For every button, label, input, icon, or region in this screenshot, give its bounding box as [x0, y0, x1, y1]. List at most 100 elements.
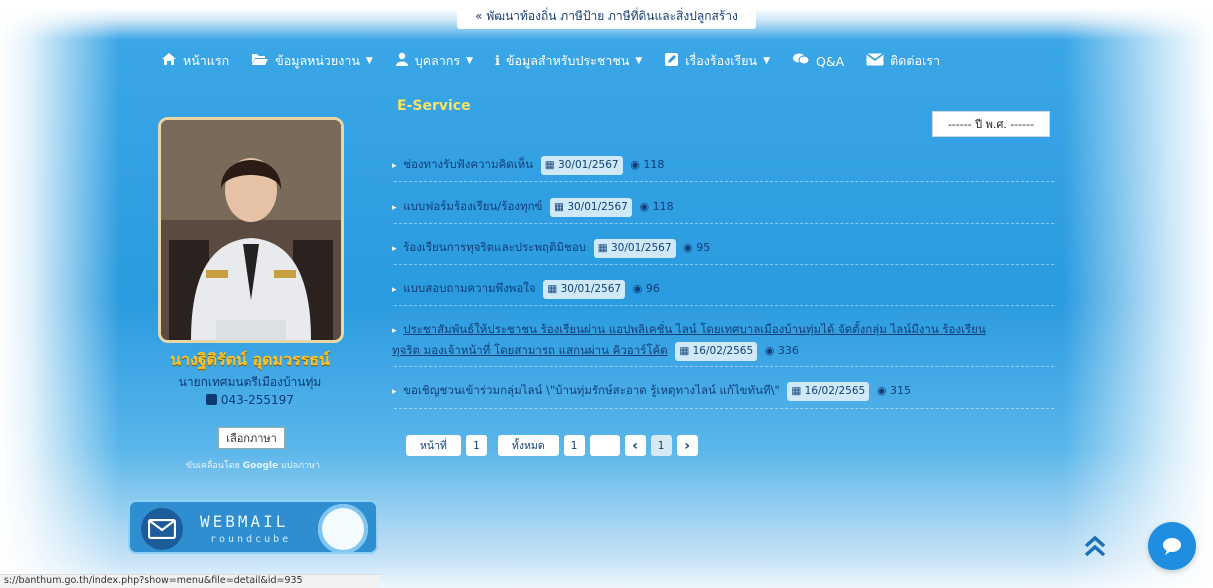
view-count: ◉ 336	[765, 344, 799, 357]
date-badge: ▦ 30/01/2567	[550, 198, 632, 217]
next-page-button[interactable]: ›	[676, 435, 698, 456]
chat-button[interactable]	[1148, 522, 1196, 570]
item-date: 16/02/2565	[804, 385, 866, 397]
roundcube-logo	[318, 504, 368, 552]
powered-by-google[interactable]: ขับเคลื่อนโดย Google แปลภาษา	[153, 458, 353, 472]
comments-icon	[792, 52, 810, 70]
mayor-title: นายกเทศมนตรีเมืองบ้านทุ่ม	[178, 375, 322, 389]
nav-item-home[interactable]: หน้าแรก	[150, 51, 240, 71]
date-badge: ▦ 30/01/2567	[543, 280, 626, 299]
nav-item-qa[interactable]: Q&A	[781, 52, 855, 70]
nav-label-personnel: บุคลากร	[414, 53, 461, 68]
divider	[394, 366, 1054, 367]
mayor-photo	[158, 117, 344, 343]
chevron-down-icon: ▼	[466, 56, 474, 66]
item-views: 118	[643, 158, 665, 171]
main-nav: หน้าแรก ข้อมูลหน่วยงาน ▼ บุคลากร ▼ i ข้อ…	[150, 44, 1050, 78]
divider	[394, 223, 1054, 224]
list-item: ▸ แบบฟอร์มร้องเรียน/ร้องทุกข์ ▦ 30/01/25…	[392, 197, 674, 218]
section-title: E-Service	[397, 98, 471, 114]
calendar-icon: ▦	[679, 345, 693, 357]
divider	[394, 305, 1054, 306]
nav-item-complaints[interactable]: เรื่องร้องเรียน ▼	[653, 51, 781, 71]
item-date: 30/01/2567	[558, 159, 619, 171]
date-badge: ▦ 16/02/2565	[787, 382, 870, 401]
nav-label-qa: Q&A	[815, 53, 845, 69]
marquee-text-box[interactable]: « พัฒนาท้องถิ่น ภาษีป้าย ภาษีที่ดินและสิ…	[457, 3, 756, 29]
item-link[interactable]: ช่องทางรับฟังความคิดเห็น	[403, 157, 533, 171]
eye-icon: ◉	[632, 282, 646, 295]
list-item: ▸ ร้องเรียนการทุจริตและประพฤติมิชอบ ▦ 30…	[392, 238, 710, 259]
envelope-icon	[866, 52, 884, 70]
nav-label-contact: ติดต่อเรา	[890, 53, 940, 68]
item-link[interactable]: แบบฟอร์มร้องเรียน/ร้องทุกข์	[403, 199, 542, 213]
item-date: 30/01/2567	[560, 283, 622, 295]
nav-label-public-info: ข้อมูลสำหรับประชาชน	[505, 53, 630, 68]
eye-icon: ◉	[764, 344, 778, 357]
current-page-button[interactable]: 1	[650, 435, 672, 456]
chevron-left-icon: ‹	[632, 437, 639, 454]
chevron-down-icon: ▼	[763, 56, 770, 66]
edit-icon	[664, 52, 679, 71]
item-link[interactable]: ร้องเรียนการทุจริตและประพฤติมิชอบ	[403, 240, 586, 254]
item-views: 336	[777, 344, 799, 357]
bullet-icon: ▸	[392, 285, 397, 295]
item-link[interactable]: แบบสอบถามความพึงพอใจ	[403, 281, 535, 295]
nav-label-home: หน้าแรก	[183, 53, 230, 68]
prev-page-button[interactable]: ‹	[624, 435, 646, 456]
select-language-button[interactable]: เลือกภาษา	[218, 427, 285, 449]
list-item: ▸ ช่องทางรับฟังความคิดเห็น ▦ 30/01/2567 …	[392, 155, 664, 176]
bullet-icon: ▸	[392, 161, 397, 171]
view-count: ◉ 95	[683, 241, 710, 254]
nav-item-public-info[interactable]: i ข้อมูลสำหรับประชาชน ▼	[484, 51, 653, 71]
nav-item-agency-info[interactable]: ข้อมูลหน่วยงาน ▼	[240, 51, 384, 71]
nav-label-complaints: เรื่องร้องเรียน	[685, 53, 758, 68]
webmail-banner[interactable]: WEBMAIL roundcube	[128, 500, 378, 554]
year-select[interactable]: ------ ปี พ.ศ. ------	[932, 111, 1050, 137]
mayor-phone-number: 043-255197	[220, 393, 294, 407]
item-link-line1[interactable]: ประชาสัมพันธ์ให้ประชาชน ร้องเรียนผ่าน แอ…	[403, 322, 986, 336]
calendar-icon: ▦	[597, 242, 611, 254]
folder-open-icon	[251, 52, 269, 70]
phone-icon	[206, 394, 218, 405]
google-logo: Google	[242, 461, 279, 471]
home-icon	[161, 52, 177, 70]
pagination: หน้าที่ 1 ทั้งหมด 1 ‹ 1 ›	[406, 435, 698, 456]
powered-by-prefix: ขับเคลื่อนโดย	[185, 461, 240, 471]
calendar-icon: ▦	[544, 159, 559, 171]
view-count: ◉ 118	[630, 158, 664, 171]
envelope-icon	[141, 508, 183, 550]
nav-item-personnel[interactable]: บุคลากร ▼	[384, 51, 484, 71]
page-spacer	[589, 435, 620, 456]
list-item: ▸ ขอเชิญชวนเข้าร่วมกลุ่มไลน์ \"บ้านทุ่มร…	[392, 381, 911, 402]
divider	[394, 181, 1054, 182]
page-label: หน้าที่	[406, 435, 461, 456]
calendar-icon: ▦	[554, 201, 568, 213]
chevron-right-icon: ›	[684, 437, 691, 454]
eye-icon: ◉	[639, 200, 653, 213]
total-label: ทั้งหมด	[497, 435, 559, 456]
mayor-name: นางฐิติรัตน์ อุดมวรรธน์	[170, 350, 330, 369]
marquee-prefix: «	[475, 8, 483, 23]
date-badge: ▦ 30/01/2567	[540, 156, 623, 175]
user-icon	[395, 52, 409, 70]
nav-item-contact[interactable]: ติดต่อเรา	[855, 51, 951, 71]
bullet-icon: ▸	[392, 387, 397, 397]
scroll-to-top-button[interactable]	[1077, 528, 1113, 564]
eye-icon: ◉	[876, 384, 890, 397]
item-views: 315	[889, 384, 911, 397]
item-link-line2[interactable]: ทุจริต มองเจ้าหน้าที่ โดยสามารถ แสกนผ่าน…	[392, 343, 668, 357]
top-marquee-bar: « พัฒนาท้องถิ่น ภาษีป้าย ภาษีที่ดินและสิ…	[0, 0, 1213, 32]
powered-by-suffix: แปลภาษา	[281, 461, 321, 471]
list-item: ▸ ประชาสัมพันธ์ให้ประชาชน ร้องเรียนผ่าน …	[392, 320, 1057, 361]
total-pages: 1	[563, 435, 585, 456]
eye-icon: ◉	[683, 241, 697, 254]
calendar-icon: ▦	[547, 283, 561, 295]
item-views: 96	[645, 282, 660, 295]
date-badge: ▦ 30/01/2567	[593, 239, 676, 258]
webmail-title: WEBMAIL	[200, 512, 289, 531]
mayor-portrait-image	[161, 120, 341, 340]
list-item: ▸ แบบสอบถามความพึงพอใจ ▦ 30/01/2567 ◉ 96	[392, 279, 660, 300]
item-link[interactable]: ขอเชิญชวนเข้าร่วมกลุ่มไลน์ \"บ้านทุ่มรัก…	[403, 383, 780, 397]
left-fade	[0, 0, 120, 588]
